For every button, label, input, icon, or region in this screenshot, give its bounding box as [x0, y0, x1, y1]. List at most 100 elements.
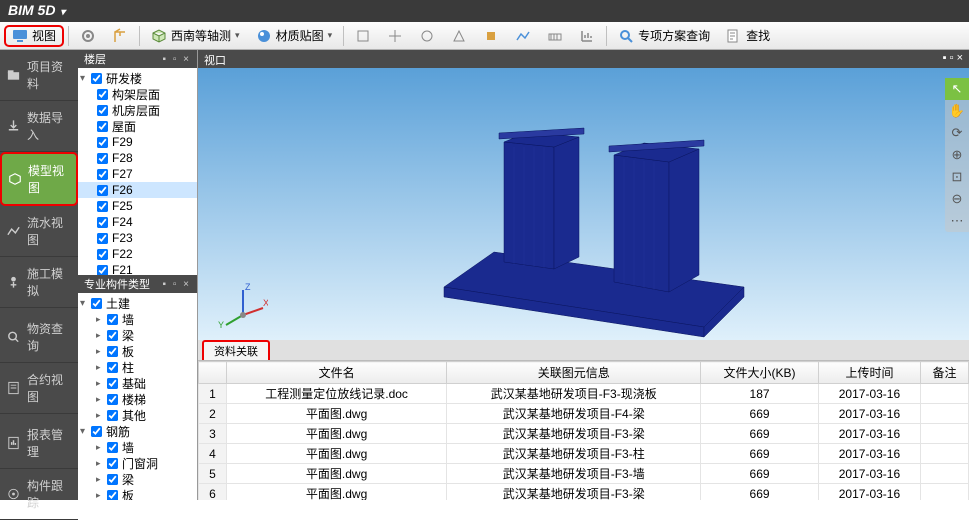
tree-item[interactable]: ▸板	[78, 487, 197, 500]
tree-item[interactable]: F21	[78, 262, 197, 275]
tree-checkbox[interactable]	[97, 88, 108, 99]
tree-checkbox[interactable]	[107, 473, 118, 484]
scheme-button[interactable]: 专项方案查询	[611, 25, 717, 47]
viewport-3d[interactable]: Z X Y ↖ ✋ ⟳ ⊕ ⊡ ⊖ ⋯	[198, 68, 969, 340]
sidebar-item-6[interactable]: 合约视图	[0, 363, 78, 414]
tab-resource-link[interactable]: 资料关联	[202, 340, 270, 360]
tree-item[interactable]: F26	[78, 182, 197, 198]
vtool-more[interactable]: ⋯	[945, 210, 969, 232]
vtool-zoom-in[interactable]: ⊕	[945, 144, 969, 166]
tree-checkbox[interactable]	[91, 72, 102, 83]
tree-item[interactable]: ▸楼梯	[78, 391, 197, 407]
tree-item[interactable]: F23	[78, 230, 197, 246]
tree-checkbox[interactable]	[107, 313, 118, 324]
tool-misc-1[interactable]	[348, 25, 378, 47]
view-button[interactable]: 视图	[4, 25, 64, 47]
tree-item[interactable]: ▸柱	[78, 359, 197, 375]
tool-misc-5[interactable]	[476, 25, 506, 47]
tree-checkbox[interactable]	[107, 489, 118, 500]
find-button[interactable]: 查找	[719, 25, 777, 47]
tree-item[interactable]: 构架层面	[78, 86, 197, 102]
tree-item[interactable]: ▸梁	[78, 471, 197, 487]
table-header[interactable]: 上传时间	[818, 362, 920, 384]
axon-button[interactable]: 西南等轴测 ▾	[144, 25, 247, 47]
vtool-zoom-out[interactable]: ⊖	[945, 188, 969, 210]
table-row[interactable]: 3平面图.dwg武汉某基地研发项目-F3-梁6692017-03-16	[199, 424, 969, 444]
tree-item[interactable]: ▸门窗洞	[78, 455, 197, 471]
tree-item[interactable]: F27	[78, 166, 197, 182]
tree-checkbox[interactable]	[97, 104, 108, 115]
tree-item[interactable]: ▸基础	[78, 375, 197, 391]
tree-checkbox[interactable]	[97, 216, 108, 227]
tree-checkbox[interactable]	[107, 457, 118, 468]
table-header[interactable]: 文件名	[227, 362, 447, 384]
table-row[interactable]: 5平面图.dwg武汉某基地研发项目-F3-墙6692017-03-16	[199, 464, 969, 484]
panel-controls[interactable]: ▪ ▫ ×	[943, 52, 963, 66]
tree-item[interactable]: F25	[78, 198, 197, 214]
sidebar-item-7[interactable]: 报表管理	[0, 418, 78, 469]
title-caret[interactable]: ▾	[57, 7, 65, 18]
tool-misc-8[interactable]	[572, 25, 602, 47]
vtool-zoom-fit[interactable]: ⊡	[945, 166, 969, 188]
tree-item[interactable]: 屋面	[78, 118, 197, 134]
tree-checkbox[interactable]	[97, 184, 108, 195]
tree-checkbox[interactable]	[97, 152, 108, 163]
material-button[interactable]: 材质贴图 ▾	[249, 25, 340, 47]
tree-checkbox[interactable]	[107, 377, 118, 388]
tree-checkbox[interactable]	[91, 297, 102, 308]
tree-checkbox[interactable]	[97, 120, 108, 131]
tree-item[interactable]: ▸板	[78, 343, 197, 359]
table-row[interactable]: 2平面图.dwg武汉某基地研发项目-F4-梁6692017-03-16	[199, 404, 969, 424]
tree-checkbox[interactable]	[97, 264, 108, 275]
tree-checkbox[interactable]	[107, 441, 118, 452]
sidebar-item-8[interactable]: 构件跟踪	[0, 469, 78, 520]
sidebar-item-0[interactable]: 项目资料	[0, 50, 78, 101]
table-row[interactable]: 6平面图.dwg武汉某基地研发项目-F3-梁6692017-03-16	[199, 484, 969, 501]
tree-checkbox[interactable]	[97, 200, 108, 211]
tree-checkbox[interactable]	[97, 232, 108, 243]
tool-misc-7[interactable]	[540, 25, 570, 47]
tree-item[interactable]: ▸梁	[78, 327, 197, 343]
vtool-pan[interactable]: ✋	[945, 100, 969, 122]
table-header[interactable]: 关联图元信息	[447, 362, 701, 384]
vtool-orbit[interactable]: ⟳	[945, 122, 969, 144]
tree-item[interactable]: ▸其他	[78, 407, 197, 423]
tree-item[interactable]: F29	[78, 134, 197, 150]
tool-misc-4[interactable]	[444, 25, 474, 47]
sidebar-item-3[interactable]: 流水视图	[0, 206, 78, 257]
tree-checkbox[interactable]	[107, 361, 118, 372]
sidebar-item-4[interactable]: 施工模拟	[0, 257, 78, 308]
tool-misc-3[interactable]	[412, 25, 442, 47]
tree-checkbox[interactable]	[107, 329, 118, 340]
tree-item[interactable]: F22	[78, 246, 197, 262]
sidebar-item-5[interactable]: 物资查询	[0, 312, 78, 363]
table-header[interactable]	[199, 362, 227, 384]
tree-item[interactable]: ▸墙	[78, 439, 197, 455]
tool-misc-2[interactable]	[380, 25, 410, 47]
tree-checkbox[interactable]	[91, 425, 102, 436]
tree-item[interactable]: F28	[78, 150, 197, 166]
tree-checkbox[interactable]	[97, 168, 108, 179]
tree-checkbox[interactable]	[107, 409, 118, 420]
tool-crane-button[interactable]	[105, 25, 135, 47]
table-row[interactable]: 1工程测量定位放线记录.doc武汉某基地研发项目-F3-现浇板1872017-0…	[199, 384, 969, 404]
tree-checkbox[interactable]	[107, 393, 118, 404]
tree-checkbox[interactable]	[97, 136, 108, 147]
tree-group[interactable]: ▾土建	[78, 295, 197, 311]
table-header[interactable]: 备注	[921, 362, 969, 384]
tree-group[interactable]: ▾钢筋	[78, 423, 197, 439]
sidebar-item-1[interactable]: 数据导入	[0, 101, 78, 152]
tree-checkbox[interactable]	[97, 248, 108, 259]
tree-item[interactable]: 机房层面	[78, 102, 197, 118]
tree-item[interactable]: F24	[78, 214, 197, 230]
sidebar-item-2[interactable]: 模型视图	[0, 152, 78, 206]
panel-controls[interactable]: ▪ ▫ ×	[163, 54, 192, 65]
tool-gear-button[interactable]	[73, 25, 103, 47]
panel-controls[interactable]: ▪ ▫ ×	[163, 279, 192, 290]
table-header[interactable]: 文件大小(KB)	[701, 362, 819, 384]
tool-misc-6[interactable]	[508, 25, 538, 47]
tree-checkbox[interactable]	[107, 345, 118, 356]
tree-item[interactable]: ▸墙	[78, 311, 197, 327]
tree-root[interactable]: ▾研发楼	[78, 70, 197, 86]
table-row[interactable]: 4平面图.dwg武汉某基地研发项目-F3-柱6692017-03-16	[199, 444, 969, 464]
